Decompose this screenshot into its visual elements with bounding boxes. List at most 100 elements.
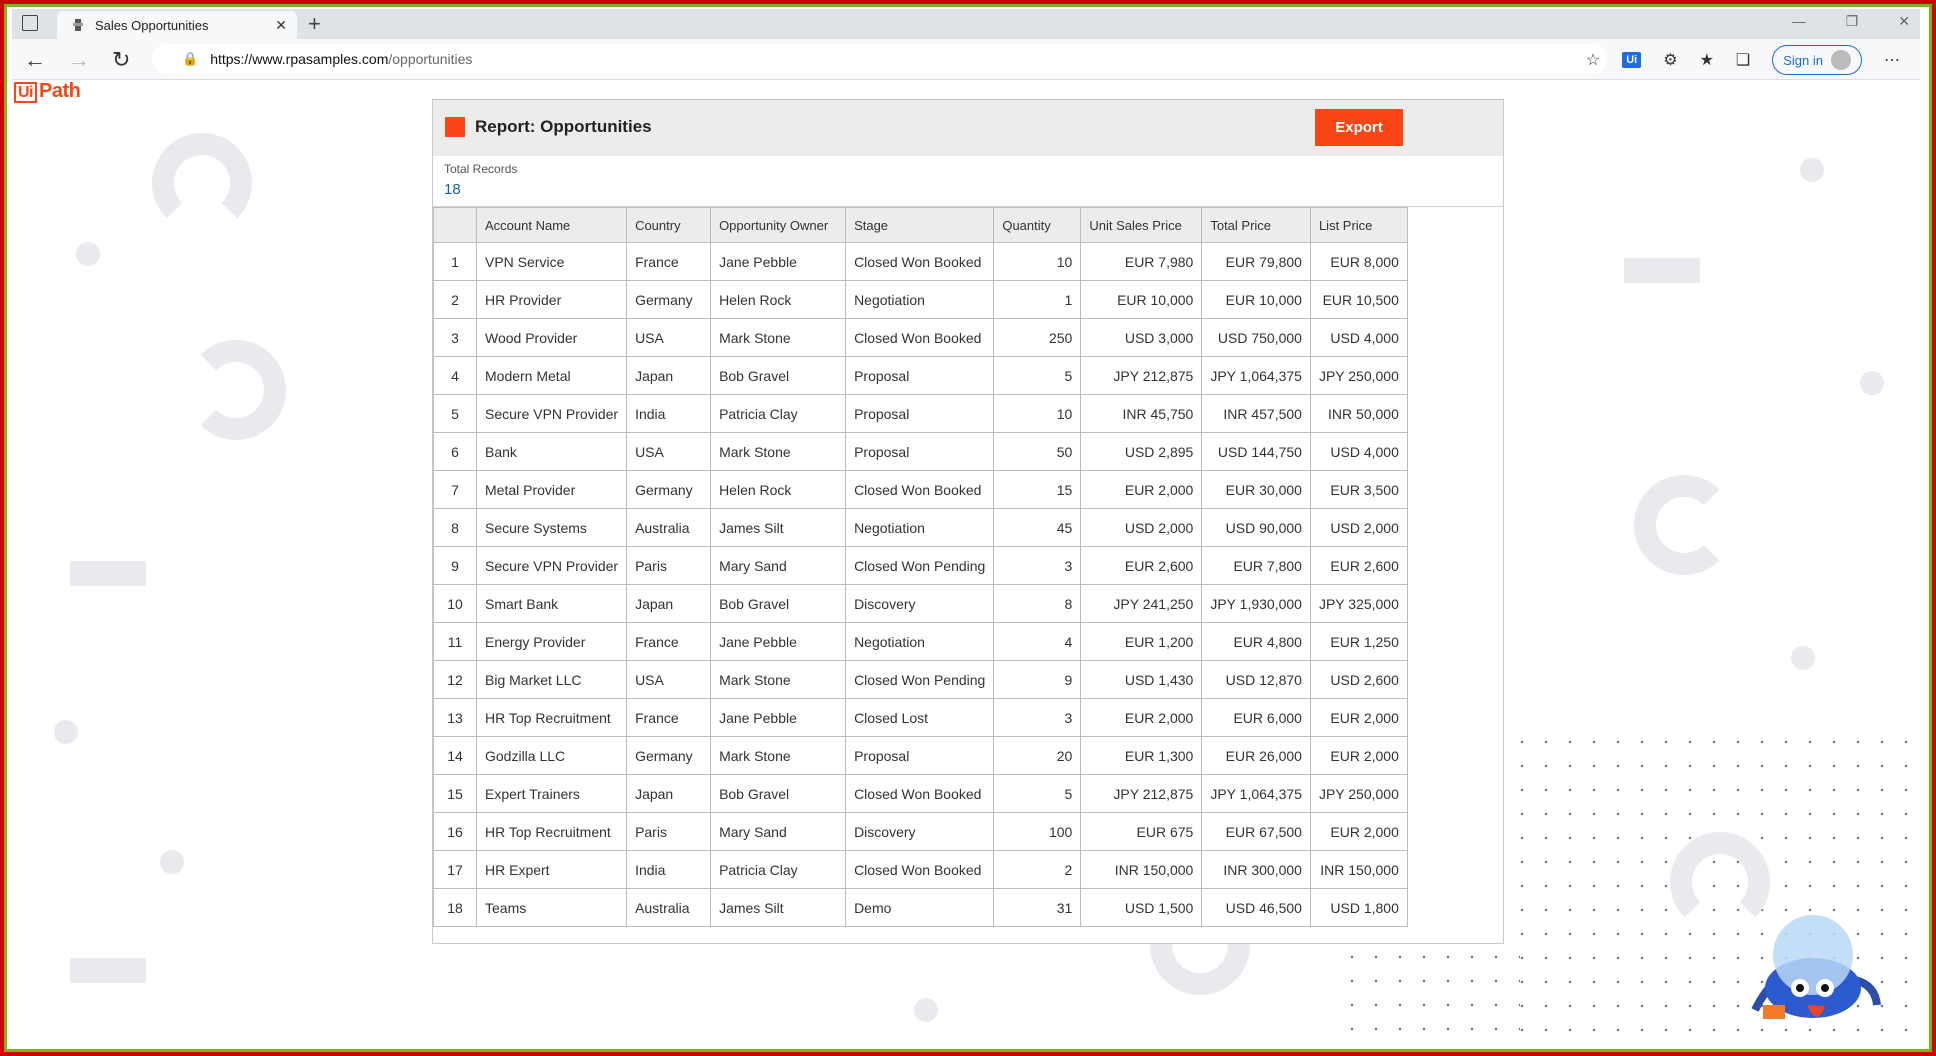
column-header-stage[interactable]: Stage [845, 207, 995, 243]
cell-quantity: 10 [993, 242, 1082, 281]
uipath-logo: Ui Path [14, 80, 81, 103]
table-body: 1 VPN Service France Jane Pebble Closed Won … [433, 242, 1408, 927]
column-header-unit-sales-price[interactable]: Unit Sales Price [1080, 207, 1203, 243]
table-row[interactable]: 18 Teams Australia James Silt Demo 31 USD 1,50… [433, 888, 1408, 927]
forward-icon[interactable]: → [68, 47, 90, 73]
cell-row-number: 18 [433, 888, 477, 927]
tab-actions-icon[interactable] [22, 15, 38, 31]
decor-dot [1791, 646, 1815, 670]
cell-unit-sales-price: EUR 675 [1080, 812, 1203, 851]
table-row[interactable]: 16 HR Top Recruitment Paris Mary Sand Discov… [433, 812, 1408, 851]
cell-quantity: 250 [993, 318, 1082, 357]
tab-sales-opportunities[interactable]: Sales Opportunities ✕ [57, 11, 297, 39]
cell-total-price: EUR 79,800 [1201, 242, 1311, 281]
report-title-text: Report: Opportunities [475, 117, 652, 136]
cell-list-price: EUR 2,600 [1309, 546, 1408, 585]
cell-stage: Discovery [845, 812, 995, 851]
cell-unit-sales-price: USD 1,430 [1080, 660, 1203, 699]
table-row[interactable]: 4 Modern Metal Japan Bob Gravel Proposal 5 JPY… [433, 356, 1408, 395]
cell-opportunity-owner: Mark Stone [710, 432, 847, 471]
table-row[interactable]: 13 HR Top Recruitment France Jane Pebble Clo… [433, 698, 1408, 737]
export-button[interactable]: Export [1315, 109, 1403, 146]
close-tab-icon[interactable]: ✕ [275, 17, 287, 34]
new-tab-button[interactable]: + [308, 11, 321, 37]
table-row[interactable]: 15 Expert Trainers Japan Bob Gravel Closed W… [433, 774, 1408, 813]
column-header-row-number[interactable] [433, 207, 477, 243]
cell-total-price: JPY 1,930,000 [1201, 584, 1311, 623]
cell-account-name: Godzilla LLC [475, 736, 628, 775]
column-header-account-name[interactable]: Account Name [475, 207, 628, 243]
more-menu-icon[interactable]: ⋯ [1884, 50, 1900, 70]
cell-account-name: Secure Systems [475, 508, 628, 547]
cell-country: Paris [626, 546, 712, 585]
table-row[interactable]: 6 Bank USA Mark Stone Proposal 50 USD 2,895 USD… [433, 432, 1408, 471]
table-row[interactable]: 9 Secure VPN Provider Paris Mary Sand Closed… [433, 546, 1408, 585]
url-path: /opportunities [388, 51, 473, 67]
cell-row-number: 5 [433, 394, 477, 433]
cell-unit-sales-price: USD 3,000 [1080, 318, 1203, 357]
extensions-icon[interactable]: ⚙ [1663, 50, 1677, 70]
cell-quantity: 5 [993, 356, 1082, 395]
cell-unit-sales-price: EUR 1,200 [1080, 622, 1203, 661]
cell-quantity: 20 [993, 736, 1082, 775]
cell-total-price: INR 457,500 [1201, 394, 1311, 433]
decor-dot [76, 242, 100, 266]
back-icon[interactable]: ← [24, 47, 46, 73]
cell-row-number: 11 [433, 622, 477, 661]
column-header-country[interactable]: Country [626, 207, 712, 243]
cell-list-price: USD 4,000 [1309, 432, 1408, 471]
cell-country: Japan [626, 774, 712, 813]
table-row[interactable]: 7 Metal Provider Germany Helen Rock Closed W… [433, 470, 1408, 509]
collections-icon[interactable]: ❏ [1736, 50, 1750, 70]
table-row[interactable]: 5 Secure VPN Provider India Patricia Clay Pr… [433, 394, 1408, 433]
cell-opportunity-owner: Jane Pebble [710, 698, 847, 737]
table-row[interactable]: 12 Big Market LLC USA Mark Stone Closed Won … [433, 660, 1408, 699]
sign-in-button[interactable]: Sign in [1772, 45, 1862, 75]
favorites-icon[interactable]: ★ [1700, 50, 1714, 70]
total-records-label: Total Records [444, 162, 518, 176]
uipath-extension-icon[interactable]: Ui [1622, 52, 1642, 68]
column-header-quantity[interactable]: Quantity [993, 207, 1082, 243]
column-header-list-price[interactable]: List Price [1309, 207, 1408, 243]
cell-row-number: 13 [433, 698, 477, 737]
table-row[interactable]: 1 VPN Service France Jane Pebble Closed Won … [433, 242, 1408, 281]
lock-icon[interactable]: 🔒 [182, 51, 198, 67]
address-bar[interactable]: 🔒 https://www.rpasamples.com/opportuniti… [152, 44, 1607, 74]
avatar [1831, 50, 1851, 70]
cell-total-price: USD 90,000 [1201, 508, 1311, 547]
cell-account-name: Energy Provider [475, 622, 628, 661]
report-icon [445, 117, 465, 137]
cell-row-number: 2 [433, 280, 477, 319]
cell-list-price: INR 150,000 [1309, 850, 1408, 889]
cell-country: Japan [626, 584, 712, 623]
table-row[interactable]: 11 Energy Provider France Jane Pebble Negoti… [433, 622, 1408, 661]
cell-country: USA [626, 432, 712, 471]
cell-stage: Closed Lost [845, 698, 995, 737]
table-row[interactable]: 14 Godzilla LLC Germany Mark Stone Proposal 2… [433, 736, 1408, 775]
table-row[interactable]: 17 HR Expert India Patricia Clay Closed Won … [433, 850, 1408, 889]
cell-stage: Proposal [845, 356, 995, 395]
tab-title: Sales Opportunities [95, 17, 209, 33]
column-header-total-price[interactable]: Total Price [1201, 207, 1311, 243]
table-row[interactable]: 10 Smart Bank Japan Bob Gravel Discovery 8 JPY… [433, 584, 1408, 623]
cell-opportunity-owner: Mark Stone [710, 318, 847, 357]
cell-opportunity-owner: Mary Sand [710, 812, 847, 851]
cell-opportunity-owner: Jane Pebble [710, 242, 847, 281]
cell-opportunity-owner: James Silt [710, 508, 847, 547]
restore-icon[interactable]: ❐ [1846, 13, 1859, 30]
cell-total-price: EUR 67,500 [1201, 812, 1311, 851]
cell-country: Germany [626, 736, 712, 775]
cell-stage: Proposal [845, 432, 995, 471]
close-window-icon[interactable]: ✕ [1898, 13, 1910, 30]
column-header-opportunity-owner[interactable]: Opportunity Owner [710, 207, 847, 243]
cell-total-price: EUR 4,800 [1201, 622, 1311, 661]
table-row[interactable]: 8 Secure Systems Australia James Silt Negoti… [433, 508, 1408, 547]
cell-total-price: USD 12,870 [1201, 660, 1311, 699]
refresh-icon[interactable]: ↻ [112, 47, 130, 73]
add-favorite-icon[interactable]: ☆ [1586, 50, 1600, 70]
minimize-icon[interactable]: — [1792, 13, 1806, 30]
table-row[interactable]: 3 Wood Provider USA Mark Stone Closed Won Bo… [433, 318, 1408, 357]
table-row[interactable]: 2 HR Provider Germany Helen Rock Negotiation… [433, 280, 1408, 319]
cell-opportunity-owner: Bob Gravel [710, 774, 847, 813]
cell-account-name: Metal Provider [475, 470, 628, 509]
